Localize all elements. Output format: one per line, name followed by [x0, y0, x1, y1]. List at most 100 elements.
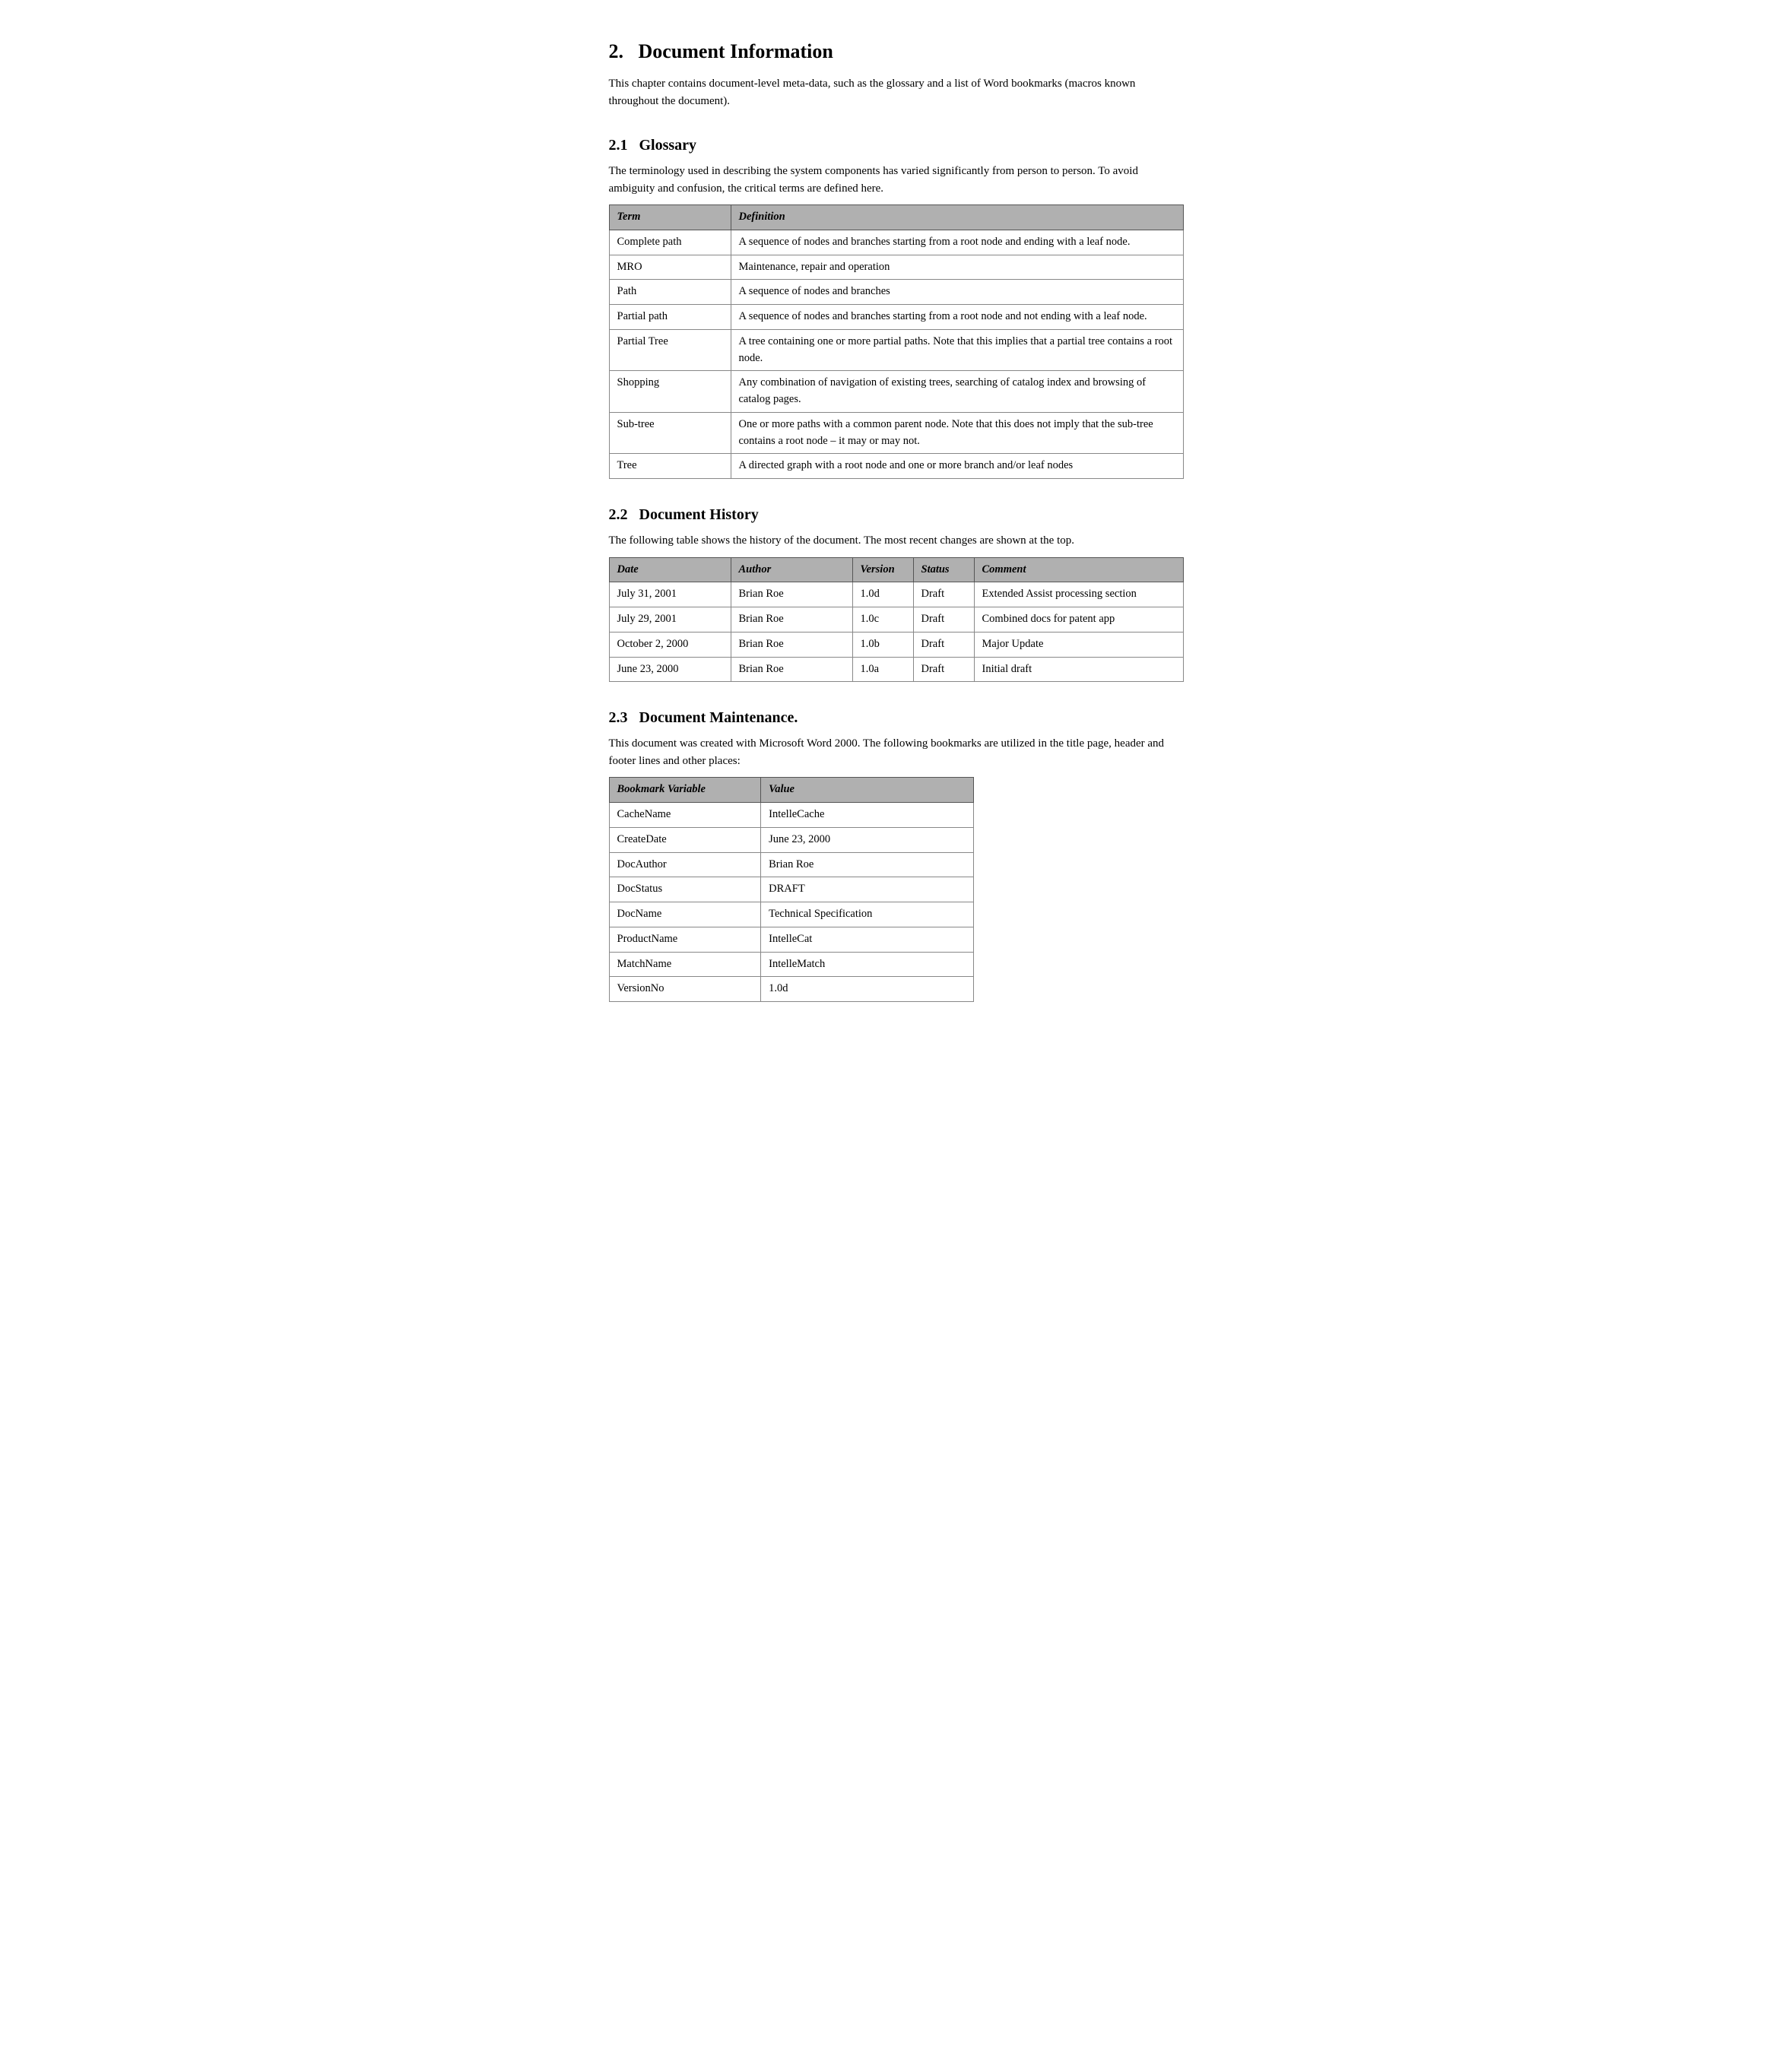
history-cell-status: Draft — [913, 582, 974, 607]
bookmark-row: CreateDateJune 23, 2000 — [609, 827, 973, 852]
history-cell-date: June 23, 2000 — [609, 657, 731, 682]
glossary-term: Shopping — [609, 371, 731, 413]
bookmark-variable: ProductName — [609, 927, 761, 952]
history-cell-date: July 31, 2001 — [609, 582, 731, 607]
history-row: June 23, 2000Brian Roe1.0aDraftInitial d… — [609, 657, 1183, 682]
history-cell-comment: Extended Assist processing section — [974, 582, 1183, 607]
section-21-heading: Glossary — [639, 137, 697, 154]
history-cell-comment: Major Update — [974, 632, 1183, 657]
history-cell-date: October 2, 2000 — [609, 632, 731, 657]
bookmark-value: IntelleCat — [761, 927, 973, 952]
glossary-row: MROMaintenance, repair and operation — [609, 255, 1183, 280]
history-row: October 2, 2000Brian Roe1.0bDraftMajor U… — [609, 632, 1183, 657]
bookmark-variable: DocAuthor — [609, 852, 761, 877]
glossary-term: Complete path — [609, 230, 731, 255]
bookmark-value: Technical Specification — [761, 902, 973, 927]
bookmark-value: IntelleMatch — [761, 952, 973, 977]
bookmark-col-variable: Bookmark Variable — [609, 778, 761, 803]
section-21-title: 2.1 Glossary — [609, 134, 1184, 157]
bookmark-value: Brian Roe — [761, 852, 973, 877]
section-23-number: 2.3 — [609, 709, 628, 726]
glossary-row: TreeA directed graph with a root node an… — [609, 454, 1183, 479]
glossary-row: ShoppingAny combination of navigation of… — [609, 371, 1183, 413]
history-cell-status: Draft — [913, 607, 974, 633]
history-col-author: Author — [731, 557, 852, 582]
history-col-version: Version — [852, 557, 913, 582]
bookmark-row: ProductNameIntelleCat — [609, 927, 973, 952]
bookmark-value: IntelleCache — [761, 803, 973, 828]
glossary-col-definition: Definition — [731, 205, 1183, 230]
history-cell-version: 1.0c — [852, 607, 913, 633]
glossary-definition: A sequence of nodes and branches — [731, 280, 1183, 305]
glossary-definition: A sequence of nodes and branches startin… — [731, 305, 1183, 330]
history-row: July 31, 2001Brian Roe1.0dDraftExtended … — [609, 582, 1183, 607]
bookmark-variable: MatchName — [609, 952, 761, 977]
history-cell-comment: Combined docs for patent app — [974, 607, 1183, 633]
history-cell-status: Draft — [913, 632, 974, 657]
history-cell-version: 1.0a — [852, 657, 913, 682]
glossary-row: Partial pathA sequence of nodes and bran… — [609, 305, 1183, 330]
history-col-status: Status — [913, 557, 974, 582]
glossary-col-term: Term — [609, 205, 731, 230]
glossary-definition: A sequence of nodes and branches startin… — [731, 230, 1183, 255]
glossary-row: Partial TreeA tree containing one or mor… — [609, 329, 1183, 371]
glossary-term: Partial Tree — [609, 329, 731, 371]
bookmark-col-value: Value — [761, 778, 973, 803]
bookmark-variable: DocName — [609, 902, 761, 927]
glossary-table: Term Definition Complete pathA sequence … — [609, 204, 1184, 479]
history-row: July 29, 2001Brian Roe1.0cDraftCombined … — [609, 607, 1183, 633]
section-23-heading: Document Maintenance. — [639, 709, 798, 726]
glossary-row: PathA sequence of nodes and branches — [609, 280, 1183, 305]
chapter-heading: Document Information — [639, 40, 833, 62]
history-cell-author: Brian Roe — [731, 607, 852, 633]
glossary-term: Partial path — [609, 305, 731, 330]
section-21-intro: The terminology used in describing the s… — [609, 163, 1184, 197]
chapter-title: 2. Document Information — [609, 36, 1184, 66]
bookmark-value: 1.0d — [761, 977, 973, 1002]
glossary-definition: Maintenance, repair and operation — [731, 255, 1183, 280]
section-23-intro: This document was created with Microsoft… — [609, 735, 1184, 769]
history-cell-version: 1.0b — [852, 632, 913, 657]
bookmark-row: DocStatusDRAFT — [609, 877, 973, 902]
chapter-intro: This chapter contains document-level met… — [609, 75, 1184, 109]
history-cell-author: Brian Roe — [731, 657, 852, 682]
glossary-definition: One or more paths with a common parent n… — [731, 412, 1183, 454]
bookmark-variable: CacheName — [609, 803, 761, 828]
history-cell-version: 1.0d — [852, 582, 913, 607]
glossary-row: Sub-treeOne or more paths with a common … — [609, 412, 1183, 454]
bookmark-row: CacheNameIntelleCache — [609, 803, 973, 828]
bookmark-row: MatchNameIntelleMatch — [609, 952, 973, 977]
history-cell-author: Brian Roe — [731, 632, 852, 657]
history-table: Date Author Version Status Comment July … — [609, 557, 1184, 683]
chapter-number: 2. — [609, 40, 624, 62]
section-22-title: 2.2 Document History — [609, 503, 1184, 526]
history-cell-date: July 29, 2001 — [609, 607, 731, 633]
section-23-title: 2.3 Document Maintenance. — [609, 706, 1184, 729]
section-22-heading: Document History — [639, 506, 759, 523]
glossary-term: Path — [609, 280, 731, 305]
bookmark-value: June 23, 2000 — [761, 827, 973, 852]
section-22-number: 2.2 — [609, 506, 628, 523]
history-col-date: Date — [609, 557, 731, 582]
bookmark-variable: CreateDate — [609, 827, 761, 852]
bookmark-value: DRAFT — [761, 877, 973, 902]
glossary-definition: A tree containing one or more partial pa… — [731, 329, 1183, 371]
bookmark-table: Bookmark Variable Value CacheNameIntelle… — [609, 777, 974, 1002]
history-cell-status: Draft — [913, 657, 974, 682]
section-22-intro: The following table shows the history of… — [609, 532, 1184, 550]
bookmark-row: VersionNo1.0d — [609, 977, 973, 1002]
bookmark-variable: VersionNo — [609, 977, 761, 1002]
bookmark-row: DocAuthorBrian Roe — [609, 852, 973, 877]
glossary-term: Tree — [609, 454, 731, 479]
history-cell-comment: Initial draft — [974, 657, 1183, 682]
bookmark-row: DocNameTechnical Specification — [609, 902, 973, 927]
bookmark-variable: DocStatus — [609, 877, 761, 902]
glossary-definition: Any combination of navigation of existin… — [731, 371, 1183, 413]
section-21-number: 2.1 — [609, 137, 628, 154]
history-col-comment: Comment — [974, 557, 1183, 582]
history-cell-author: Brian Roe — [731, 582, 852, 607]
glossary-definition: A directed graph with a root node and on… — [731, 454, 1183, 479]
glossary-term: MRO — [609, 255, 731, 280]
glossary-row: Complete pathA sequence of nodes and bra… — [609, 230, 1183, 255]
glossary-term: Sub-tree — [609, 412, 731, 454]
